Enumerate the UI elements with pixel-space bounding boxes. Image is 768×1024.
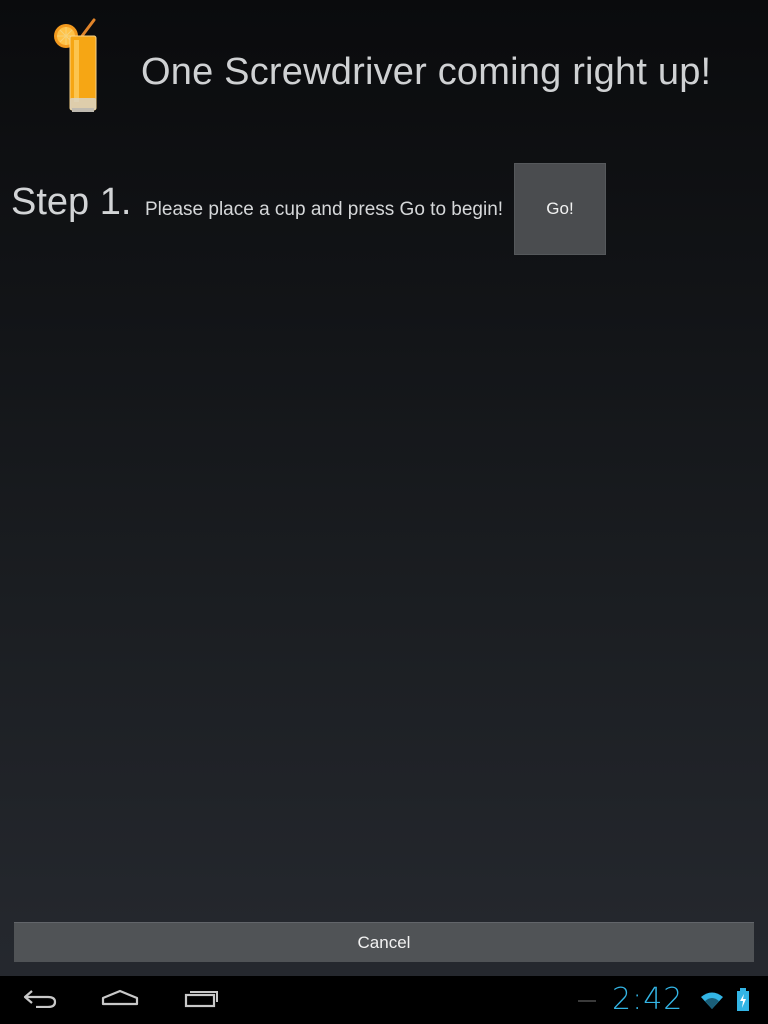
status-clock: 2:42 <box>612 982 684 1017</box>
notification-dash <box>578 1000 596 1002</box>
step-label: Step 1. <box>11 181 132 223</box>
recent-apps-icon <box>183 988 219 1013</box>
page-title: One Screwdriver coming right up! <box>141 51 712 93</box>
cancel-button[interactable]: Cancel <box>14 922 754 962</box>
app-screen: One Screwdriver coming right up! Step 1.… <box>0 0 768 976</box>
back-button[interactable] <box>10 976 70 1024</box>
go-button[interactable]: Go! <box>514 163 606 255</box>
screwdriver-drink-icon <box>52 18 100 114</box>
home-button[interactable] <box>90 976 150 1024</box>
back-icon <box>22 988 58 1013</box>
wifi-icon <box>700 990 724 1015</box>
step-instruction: Please place a cup and press Go to begin… <box>145 199 504 220</box>
recent-apps-button[interactable] <box>171 976 231 1024</box>
step-row: Step 1. Please place a cup and press Go … <box>0 160 768 260</box>
header: One Screwdriver coming right up! <box>0 0 768 140</box>
battery-charging-icon <box>736 988 750 1017</box>
system-navigation-bar: 2:42 <box>0 976 768 1024</box>
home-icon <box>100 988 140 1013</box>
